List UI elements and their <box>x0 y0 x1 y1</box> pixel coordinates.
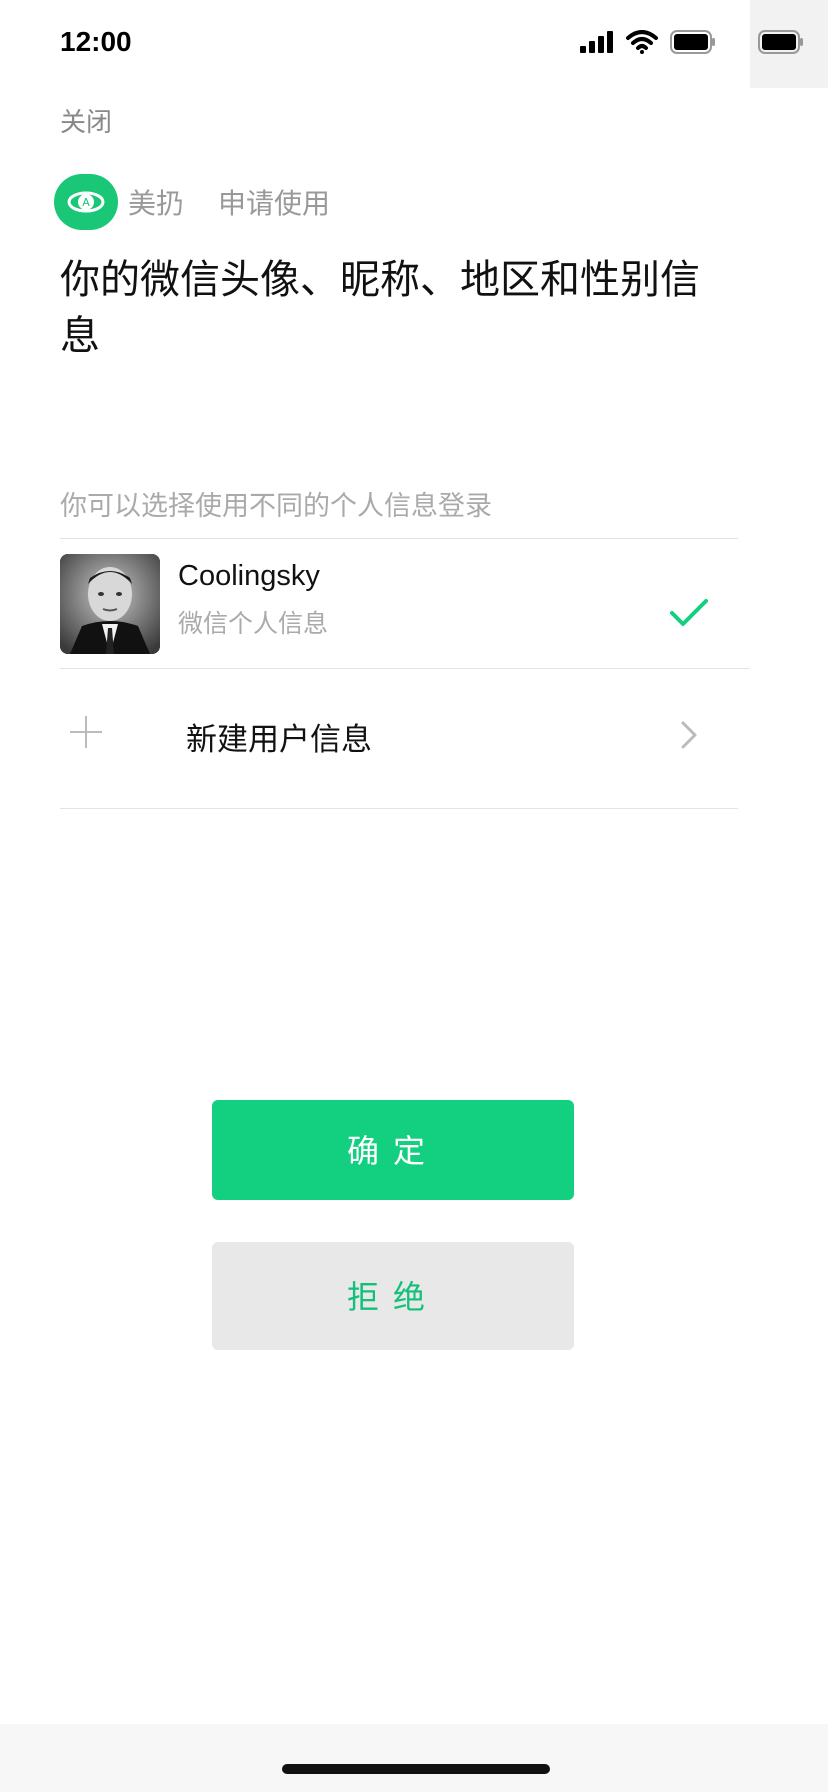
divider <box>60 538 738 539</box>
close-button[interactable]: 关闭 <box>60 102 112 139</box>
home-indicator[interactable] <box>282 1764 550 1774</box>
battery-icon <box>670 30 716 58</box>
bottom-bar <box>0 1724 828 1792</box>
divider <box>60 808 738 809</box>
app-info: A 美扔 申请使用 <box>54 174 330 230</box>
battery-icon <box>758 30 804 58</box>
reject-button[interactable]: 拒绝 <box>212 1242 574 1350</box>
wifi-icon <box>626 30 658 58</box>
new-user-info-row[interactable]: 新建用户信息 <box>60 700 720 770</box>
profile-name: Coolingsky <box>178 560 320 592</box>
app-logo-icon: A <box>67 191 105 213</box>
plus-icon <box>68 714 104 754</box>
svg-text:A: A <box>82 196 90 209</box>
profiles-hint: 你可以选择使用不同的个人信息登录 <box>60 491 492 522</box>
chevron-right-icon <box>680 720 698 754</box>
avatar <box>60 554 160 654</box>
cellular-signal-icon <box>580 31 614 57</box>
status-icons <box>580 30 716 58</box>
app-logo: A <box>54 174 118 230</box>
status-bar: 12:00 <box>0 0 828 88</box>
profile-subtitle: 微信个人信息 <box>178 609 329 638</box>
confirm-button[interactable]: 确定 <box>212 1100 574 1200</box>
permission-title: 你的微信头像、昵称、地区和性别信息 <box>60 257 700 359</box>
new-user-info-label: 新建用户信息 <box>186 722 372 758</box>
app-name: 美扔 <box>128 187 185 220</box>
profile-item[interactable]: Coolingsky 微信个人信息 <box>60 554 720 654</box>
status-time: 12:00 <box>60 26 132 57</box>
divider <box>60 668 750 669</box>
check-icon <box>670 598 708 632</box>
app-request-text: 申请使用 <box>218 187 331 220</box>
